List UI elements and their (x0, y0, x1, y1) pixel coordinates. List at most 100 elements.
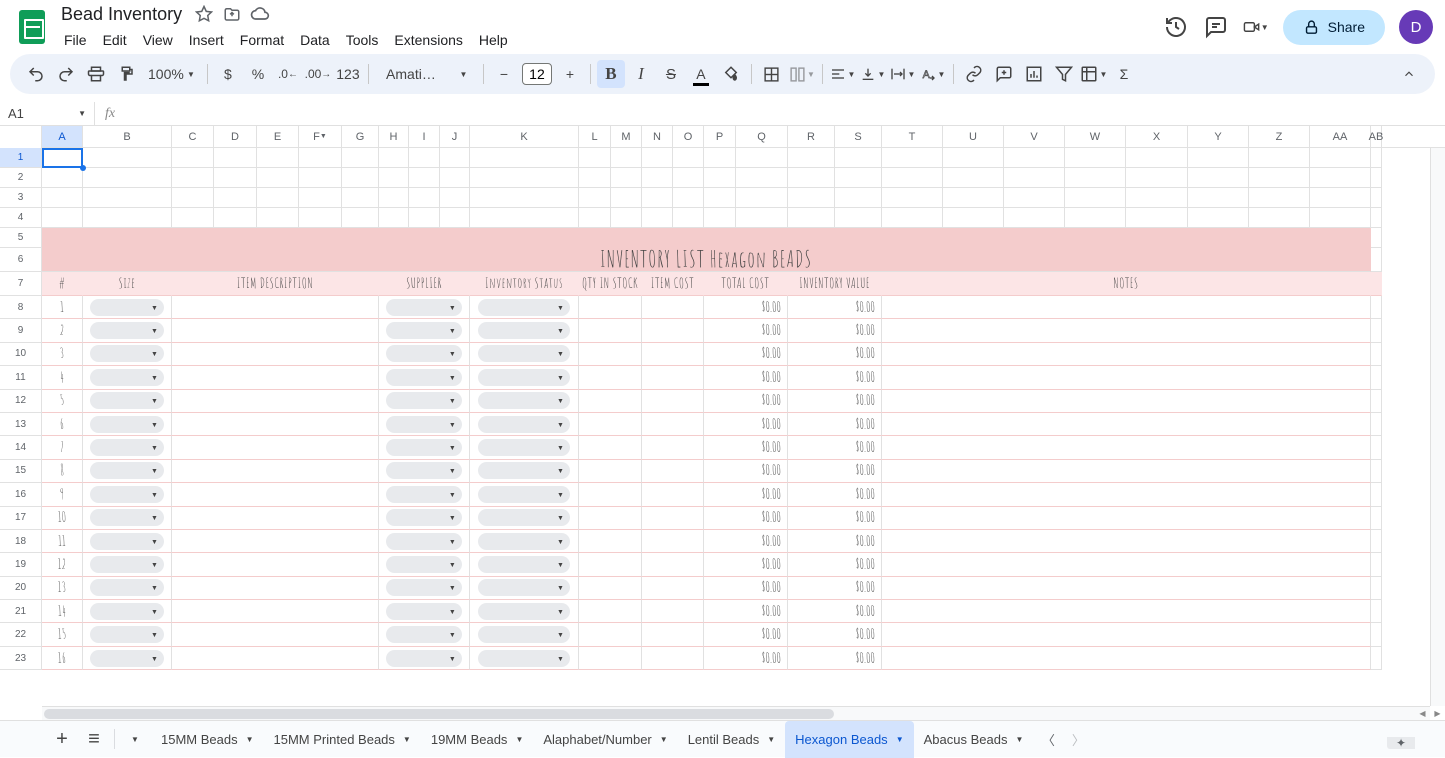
row-header-15[interactable]: 15 (0, 460, 42, 483)
col-header-K[interactable]: K (470, 126, 579, 147)
cell-r3-c27[interactable] (1371, 188, 1382, 208)
col-header-AB[interactable]: AB (1371, 126, 1382, 147)
cell-end-23[interactable] (1371, 647, 1382, 670)
menu-tools[interactable]: Tools (339, 28, 386, 52)
doc-title[interactable]: Bead Inventory (57, 3, 186, 26)
col-header-U[interactable]: U (943, 126, 1004, 147)
cell-value-16[interactable]: $0.00 (788, 483, 882, 506)
cell-qty-9[interactable] (579, 319, 642, 342)
row-header-12[interactable]: 12 (0, 390, 42, 413)
cell-r1-c15[interactable] (704, 148, 736, 168)
cell-qty-21[interactable] (579, 600, 642, 623)
th-supplier[interactable]: SUPPLIER (379, 272, 470, 296)
cell-notes-22[interactable] (882, 623, 1371, 646)
cell-supplier-8[interactable]: ▼ (379, 296, 470, 319)
undo-button[interactable] (22, 60, 50, 88)
cell-r2-c4[interactable] (257, 168, 299, 188)
cell-r3-c9[interactable] (440, 188, 470, 208)
cell-cost-11[interactable] (642, 366, 704, 389)
cell-value-17[interactable]: $0.00 (788, 507, 882, 530)
cell-end-9[interactable] (1371, 319, 1382, 342)
cell-desc-8[interactable] (172, 296, 379, 319)
cell-r4-c2[interactable] (172, 208, 214, 228)
fill-color-button[interactable] (717, 60, 745, 88)
sheet-tab[interactable]: 19MM Beads▼ (421, 721, 534, 758)
cell-r3-c16[interactable] (736, 188, 788, 208)
cell-end-10[interactable] (1371, 343, 1382, 366)
valign-button[interactable]: ▼ (859, 60, 887, 88)
cell-qty-22[interactable] (579, 623, 642, 646)
cell-desc-14[interactable] (172, 436, 379, 459)
cell-size-8[interactable]: ▼ (83, 296, 172, 319)
cell-num-20[interactable]: 13 (42, 577, 83, 600)
col-header-Q[interactable]: Q (736, 126, 788, 147)
cell-num-21[interactable]: 14 (42, 600, 83, 623)
cell-r1-c13[interactable] (642, 148, 673, 168)
cell-r2-c2[interactable] (172, 168, 214, 188)
col-header-S[interactable]: S (835, 126, 882, 147)
cell-total-20[interactable]: $0.00 (704, 577, 788, 600)
cell-r4-c14[interactable] (673, 208, 704, 228)
cell-r4-c22[interactable] (1065, 208, 1126, 228)
cell-r2-c19[interactable] (882, 168, 943, 188)
cell-cost-15[interactable] (642, 460, 704, 483)
cell-notes-13[interactable] (882, 413, 1371, 436)
cell-size-23[interactable]: ▼ (83, 647, 172, 670)
cell-r1-c4[interactable] (257, 148, 299, 168)
th-end[interactable] (1371, 272, 1382, 296)
cell-cost-20[interactable] (642, 577, 704, 600)
paint-format-button[interactable] (112, 60, 140, 88)
cell-r4-c24[interactable] (1188, 208, 1249, 228)
cell-r3-c10[interactable] (470, 188, 579, 208)
row-header-13[interactable]: 13 (0, 413, 42, 436)
cell-r4-c9[interactable] (440, 208, 470, 228)
cell-r3-c17[interactable] (788, 188, 835, 208)
fontsize-input[interactable] (522, 63, 552, 85)
cell-qty-18[interactable] (579, 530, 642, 553)
cell-end-18[interactable] (1371, 530, 1382, 553)
cell-total-15[interactable]: $0.00 (704, 460, 788, 483)
sheet-tab[interactable]: Lentil Beads▼ (678, 721, 785, 758)
cell-end-20[interactable] (1371, 577, 1382, 600)
cell-total-22[interactable]: $0.00 (704, 623, 788, 646)
cell-size-22[interactable]: ▼ (83, 623, 172, 646)
cell-size-20[interactable]: ▼ (83, 577, 172, 600)
cell-r3-c12[interactable] (611, 188, 642, 208)
scroll-arrows[interactable]: ◀▶ (1415, 706, 1445, 720)
menu-view[interactable]: View (136, 28, 180, 52)
cell-r4-c16[interactable] (736, 208, 788, 228)
cell-r4-c7[interactable] (379, 208, 409, 228)
row-header-11[interactable]: 11 (0, 366, 42, 389)
spreadsheet-grid[interactable]: ABCDEF▼GHIJKLMNOPQRSTUVWXYZAAAB 123456IN… (0, 126, 1445, 720)
cell-status-17[interactable]: ▼ (470, 507, 579, 530)
col-header-L[interactable]: L (579, 126, 611, 147)
comment-icon[interactable] (1203, 14, 1229, 40)
cell-r1-c6[interactable] (342, 148, 379, 168)
cell-r2-c11[interactable] (579, 168, 611, 188)
col-header-P[interactable]: P (704, 126, 736, 147)
print-button[interactable] (82, 60, 110, 88)
row-header-16[interactable]: 16 (0, 483, 42, 506)
col-header-E[interactable]: E (257, 126, 299, 147)
cell-size-18[interactable]: ▼ (83, 530, 172, 553)
cell-value-14[interactable]: $0.00 (788, 436, 882, 459)
cell-r4-c5[interactable] (299, 208, 342, 228)
menu-help[interactable]: Help (472, 28, 515, 52)
cell-r3-c15[interactable] (704, 188, 736, 208)
th-qty[interactable]: QTY IN STOCK (579, 272, 642, 296)
currency-button[interactable]: $ (214, 60, 242, 88)
menu-edit[interactable]: Edit (96, 28, 134, 52)
cell-r4-c27[interactable] (1371, 208, 1382, 228)
cell-num-15[interactable]: 8 (42, 460, 83, 483)
cell-size-21[interactable]: ▼ (83, 600, 172, 623)
cell-r1-c12[interactable] (611, 148, 642, 168)
cell-r4-c26[interactable] (1310, 208, 1371, 228)
wrap-button[interactable]: ▼ (889, 60, 917, 88)
cell-r3-c20[interactable] (943, 188, 1004, 208)
cell-num-23[interactable]: 16 (42, 647, 83, 670)
sheet-tab[interactable]: Hexagon Beads▼ (785, 721, 913, 758)
cell-value-21[interactable]: $0.00 (788, 600, 882, 623)
cell-r4-c0[interactable] (42, 208, 83, 228)
cell-r1-c18[interactable] (835, 148, 882, 168)
row-header-17[interactable]: 17 (0, 507, 42, 530)
